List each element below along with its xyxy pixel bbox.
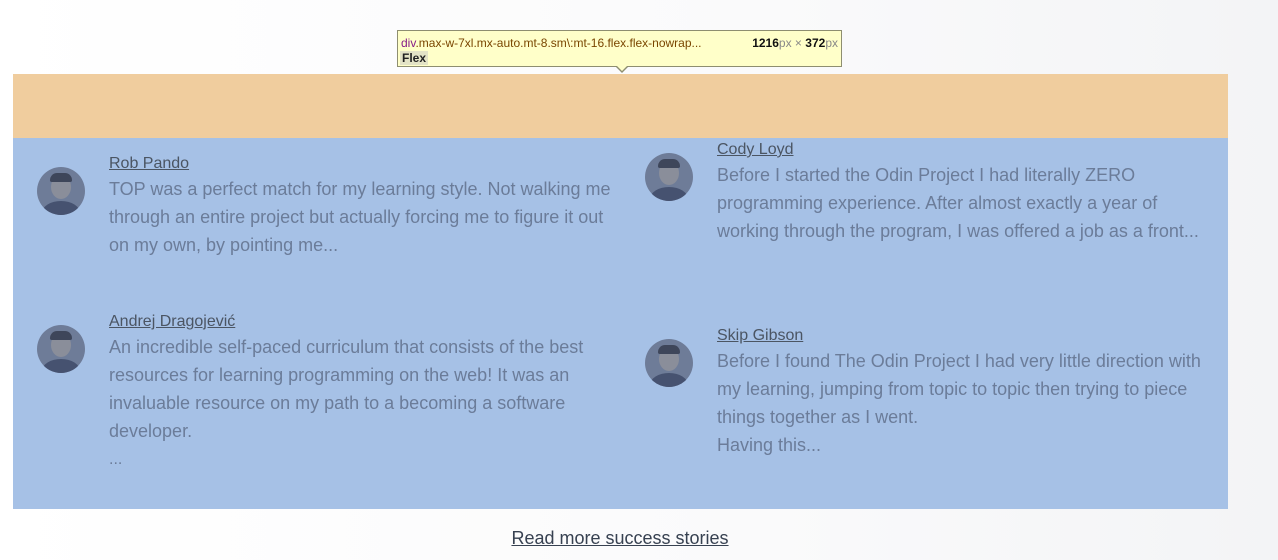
story-quote: An incredible self-paced curriculum that…	[109, 337, 584, 441]
avatar	[645, 153, 693, 201]
story-author-link[interactable]: Andrej Dragojević	[109, 313, 235, 331]
avatar	[37, 167, 85, 215]
read-more-link[interactable]: Read more success stories	[511, 528, 728, 548]
story-quote-continued: Having this...	[717, 435, 822, 455]
story-quote: Before I found The Odin Project I had ve…	[717, 351, 1201, 427]
inspector-tooltip: div.max-w-7xl.mx-auto.mt-8.sm\:mt-16.fle…	[397, 30, 842, 73]
flex-badge: Flex	[400, 51, 429, 65]
story-author-link[interactable]: Skip Gibson	[717, 327, 803, 345]
story-author-link[interactable]: Rob Pando	[109, 155, 189, 173]
story-quote: TOP was a perfect match for my learning …	[109, 179, 611, 255]
avatar	[645, 339, 693, 387]
story-author-link[interactable]: Cody Loyd	[717, 141, 794, 159]
tooltip-arrow	[615, 65, 629, 73]
element-selector: div.max-w-7xl.mx-auto.mt-8.sm\:mt-16.fle…	[401, 36, 702, 50]
margin-highlight	[13, 74, 1228, 138]
read-more-container: Read more success stories	[0, 528, 1240, 549]
avatar	[37, 325, 85, 373]
element-dimensions: 1216px × 372px	[752, 36, 838, 50]
story-quote: Before I started the Odin Project I had …	[717, 165, 1199, 241]
story-ellipsis: ...	[109, 451, 123, 468]
